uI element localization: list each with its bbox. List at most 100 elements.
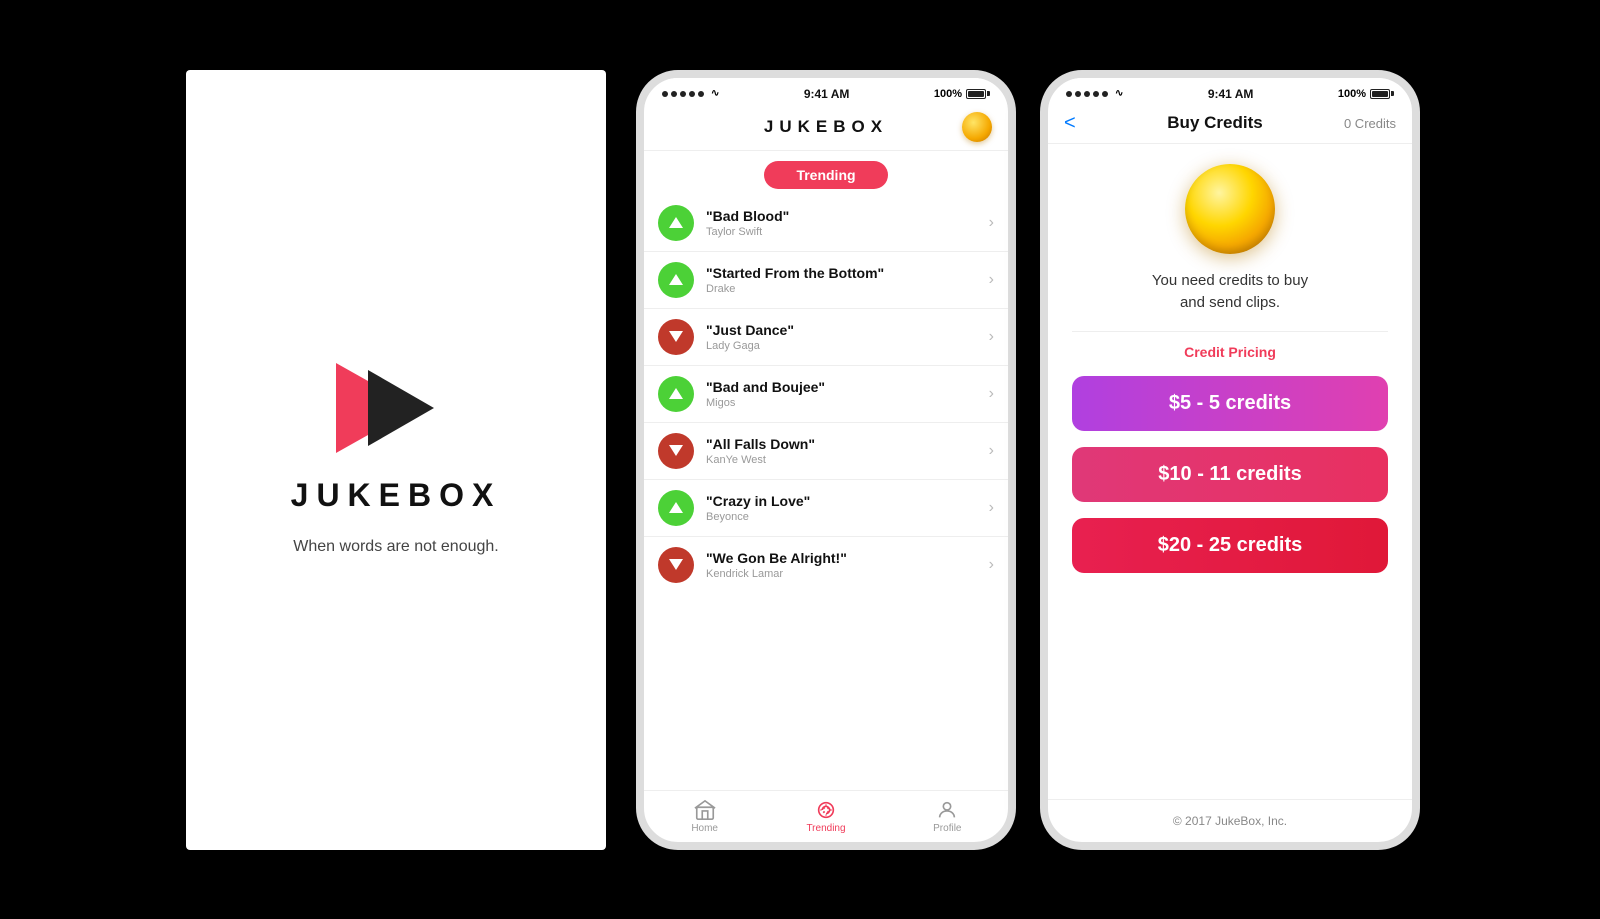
buy-credits-header: < Buy Credits 0 Credits — [1048, 106, 1412, 144]
tab-profile-label: Profile — [933, 823, 961, 834]
splash-subtitle: When words are not enough. — [293, 538, 498, 556]
song-artist-2: Drake — [706, 283, 977, 295]
song-artist-6: Beyonce — [706, 511, 977, 523]
home-icon — [694, 799, 716, 821]
trend-down-btn-3[interactable] — [658, 319, 694, 355]
song-list: "Bad Blood" Taylor Swift › "Started From… — [644, 195, 1008, 790]
tab-trending[interactable]: Trending — [765, 791, 886, 842]
battery-percent-buy: 100% — [1338, 88, 1366, 100]
song-row-7[interactable]: "We Gon Be Alright!" Kendrick Lamar › — [644, 537, 1008, 593]
trend-down-btn-7[interactable] — [658, 547, 694, 583]
tab-home[interactable]: Home — [644, 791, 765, 842]
b-signal-dot-4 — [1093, 91, 1099, 97]
b-signal-dot-1 — [1066, 91, 1072, 97]
signal-area-buy: ∿ — [1066, 88, 1123, 99]
song-artist-4: Migos — [706, 397, 977, 409]
song-info-4: "Bad and Boujee" Migos — [694, 379, 989, 409]
song-title-3: "Just Dance" — [706, 322, 977, 338]
song-title-1: "Bad Blood" — [706, 208, 977, 224]
b-signal-dot-5 — [1102, 91, 1108, 97]
song-info-5: "All Falls Down" KanYe West — [694, 436, 989, 466]
song-title-4: "Bad and Boujee" — [706, 379, 977, 395]
song-row-3[interactable]: "Just Dance" Lady Gaga › — [644, 309, 1008, 366]
trend-up-btn-4[interactable] — [658, 376, 694, 412]
arrow-up-icon-6 — [669, 502, 683, 513]
status-bar-trending: ∿ 9:41 AM 100% — [644, 78, 1008, 106]
song-row-4[interactable]: "Bad and Boujee" Migos › — [644, 366, 1008, 423]
song-info-7: "We Gon Be Alright!" Kendrick Lamar — [694, 550, 989, 580]
song-artist-7: Kendrick Lamar — [706, 568, 977, 580]
back-button[interactable]: < — [1064, 112, 1094, 135]
arrow-up-icon-4 — [669, 388, 683, 399]
trending-phone-frame: ∿ 9:41 AM 100% JUKEBOX Trending — [636, 70, 1016, 850]
wifi-icon-buy: ∿ — [1115, 88, 1123, 99]
arrow-up-icon-1 — [669, 217, 683, 228]
buy-footer: © 2017 JukeBox, Inc. — [1048, 799, 1412, 842]
song-row-5[interactable]: "All Falls Down" KanYe West › — [644, 423, 1008, 480]
b-signal-dot-3 — [1084, 91, 1090, 97]
profile-icon — [936, 799, 958, 821]
tab-trending-label: Trending — [806, 823, 845, 834]
tab-home-label: Home — [691, 823, 718, 834]
trend-up-btn-2[interactable] — [658, 262, 694, 298]
arrow-down-icon-3 — [669, 331, 683, 342]
song-artist-3: Lady Gaga — [706, 340, 977, 352]
signal-dot-1 — [662, 91, 668, 97]
play-arrow-dark-icon — [368, 370, 434, 446]
song-artist-1: Taylor Swift — [706, 226, 977, 238]
battery-icon-buy — [1370, 89, 1394, 99]
signal-dot-5 — [698, 91, 704, 97]
buy-description: You need credits to buyand send clips. — [1152, 270, 1308, 315]
trend-down-btn-5[interactable] — [658, 433, 694, 469]
credit-pricing-label: Credit Pricing — [1072, 331, 1388, 360]
song-info-6: "Crazy in Love" Beyonce — [694, 493, 989, 523]
signal-dot-3 — [680, 91, 686, 97]
song-chevron-1: › — [989, 214, 994, 232]
status-time-buy: 9:41 AM — [1208, 87, 1254, 101]
splash-logo-icon — [336, 363, 456, 453]
credit-package-20[interactable]: $20 - 25 credits — [1072, 518, 1388, 573]
song-info-2: "Started From the Bottom" Drake — [694, 265, 989, 295]
trending-badge: Trending — [764, 161, 887, 189]
song-row-1[interactable]: "Bad Blood" Taylor Swift › — [644, 195, 1008, 252]
splash-title: JUKEBOX — [291, 477, 502, 514]
buy-credits-phone-frame: ∿ 9:41 AM 100% < Buy Credits 0 Credits Y… — [1040, 70, 1420, 850]
song-row-6[interactable]: "Crazy in Love" Beyonce › — [644, 480, 1008, 537]
song-artist-5: KanYe West — [706, 454, 977, 466]
signal-dot-2 — [671, 91, 677, 97]
song-row-2[interactable]: "Started From the Bottom" Drake › — [644, 252, 1008, 309]
splash-panel: JUKEBOX When words are not enough. — [186, 70, 606, 850]
song-chevron-7: › — [989, 556, 994, 574]
song-chevron-6: › — [989, 499, 994, 517]
song-title-7: "We Gon Be Alright!" — [706, 550, 977, 566]
wifi-icon: ∿ — [711, 88, 719, 99]
song-title-5: "All Falls Down" — [706, 436, 977, 452]
app-header: JUKEBOX — [644, 106, 1008, 151]
big-coin-icon — [1185, 164, 1275, 254]
song-chevron-4: › — [989, 385, 994, 403]
battery-percent: 100% — [934, 88, 962, 100]
song-chevron-3: › — [989, 328, 994, 346]
buy-title: Buy Credits — [1094, 113, 1336, 133]
trend-up-btn-6[interactable] — [658, 490, 694, 526]
song-title-6: "Crazy in Love" — [706, 493, 977, 509]
battery-icon — [966, 89, 990, 99]
status-time-trending: 9:41 AM — [804, 87, 850, 101]
arrow-down-icon-7 — [669, 559, 683, 570]
battery-area-buy: 100% — [1338, 88, 1394, 100]
signal-area: ∿ — [662, 88, 719, 99]
credits-count: 0 Credits — [1336, 116, 1396, 131]
arrow-down-icon-5 — [669, 445, 683, 456]
song-chevron-2: › — [989, 271, 994, 289]
trend-up-btn-1[interactable] — [658, 205, 694, 241]
song-info-3: "Just Dance" Lady Gaga — [694, 322, 989, 352]
song-chevron-5: › — [989, 442, 994, 460]
trending-badge-row: Trending — [644, 151, 1008, 195]
credit-package-10[interactable]: $10 - 11 credits — [1072, 447, 1388, 502]
credit-package-5[interactable]: $5 - 5 credits — [1072, 376, 1388, 431]
tab-profile[interactable]: Profile — [887, 791, 1008, 842]
buy-content: You need credits to buyand send clips. C… — [1048, 144, 1412, 799]
b-signal-dot-2 — [1075, 91, 1081, 97]
coin-icon[interactable] — [962, 112, 992, 142]
signal-dot-4 — [689, 91, 695, 97]
